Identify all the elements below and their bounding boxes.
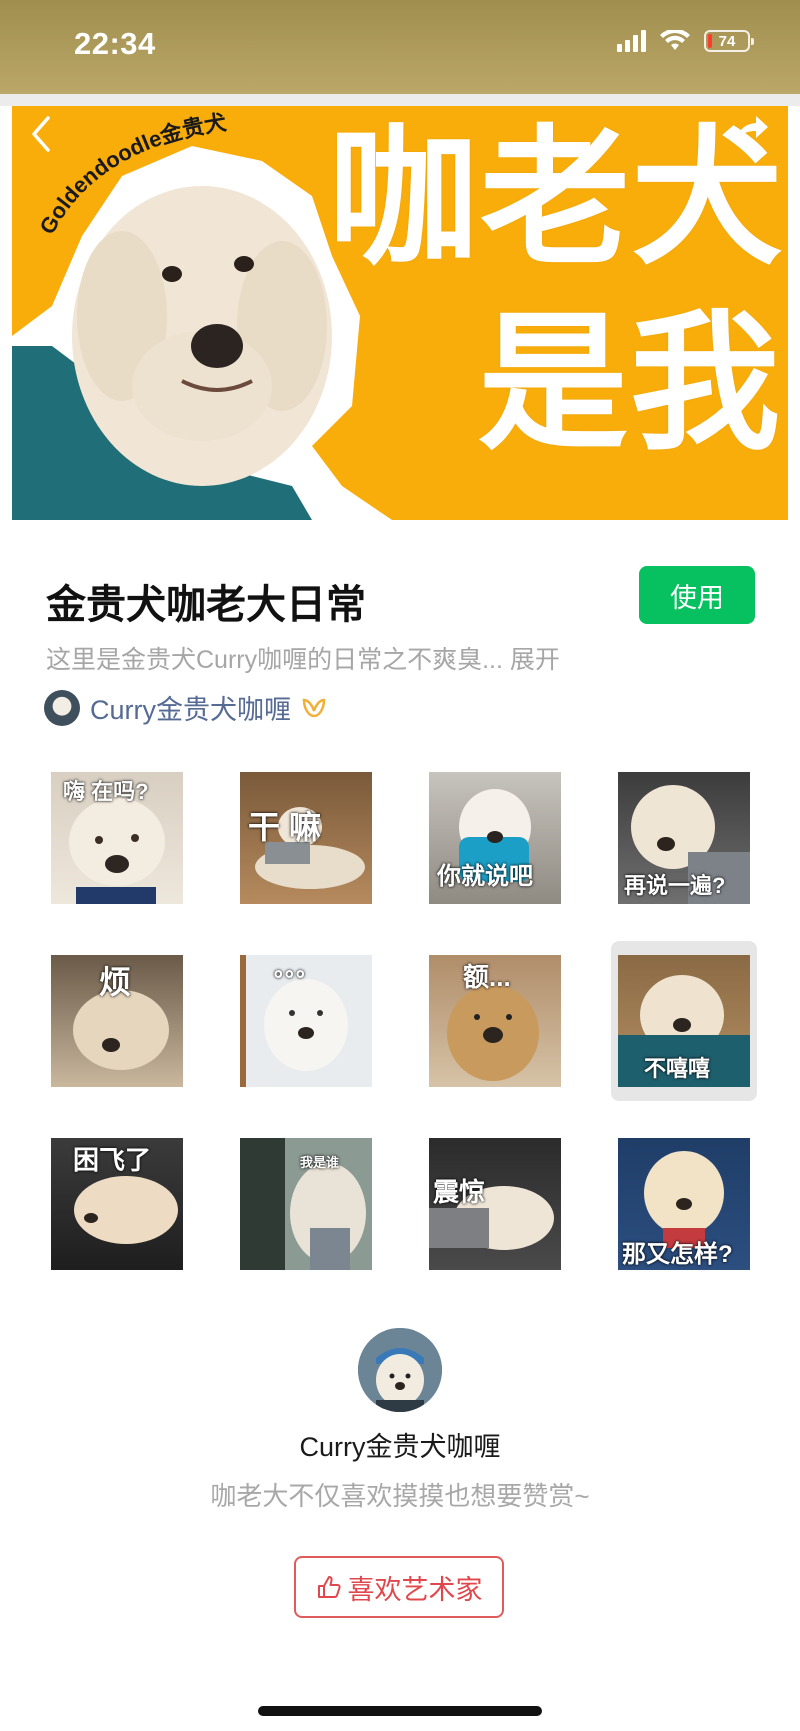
sticker-caption: 震惊 xyxy=(433,1177,486,1207)
sticker-item[interactable]: 困飞了 xyxy=(51,1138,183,1270)
battery-level: 74 xyxy=(718,32,736,50)
sticker-caption: 困飞了 xyxy=(73,1145,152,1175)
sticker-item[interactable]: 干 嘛 xyxy=(240,772,372,904)
sticker-item[interactable]: 。。。 xyxy=(240,955,372,1087)
sticker-item[interactable]: 额... xyxy=(429,955,561,1087)
artist-badge-icon xyxy=(302,698,326,717)
sticker-caption: 那又怎样? xyxy=(622,1241,733,1268)
sticker-item[interactable]: 烦 xyxy=(51,955,183,1087)
sticker-caption: 额... xyxy=(463,962,511,992)
banner-title: 咖老犬 是我 xyxy=(328,106,784,476)
like-artist-label: 喜欢艺术家 xyxy=(347,1574,483,1605)
status-time: 22:34 xyxy=(74,26,156,61)
sticker-caption: 干 嘛 xyxy=(248,809,321,845)
sticker-caption: 不嘻嘻 xyxy=(644,1056,711,1081)
sticker-item[interactable]: 震惊 xyxy=(429,1138,561,1270)
pack-description[interactable]: 这里是金贵犬Curry咖喱的日常之不爽臭... 展开 xyxy=(46,640,560,676)
sticker-caption: 再说一遍? xyxy=(624,873,726,898)
use-button[interactable]: 使用 xyxy=(639,566,755,624)
back-button[interactable] xyxy=(30,114,52,161)
sticker-caption: 烦 xyxy=(99,964,132,1000)
sticker-item[interactable]: 嗨 在吗? xyxy=(51,772,183,904)
sticker-caption: 。。。 xyxy=(274,956,319,981)
like-artist-button[interactable]: 喜欢艺术家 xyxy=(294,1556,504,1618)
pack-title: 金贵犬咖老大日常 xyxy=(46,583,366,627)
home-indicator xyxy=(258,1706,542,1716)
sticker-caption: 嗨 在吗? xyxy=(63,779,149,804)
sticker-pack-banner: Goldendoodle金贵犬 咖老犬 是我 xyxy=(12,106,788,520)
sticker-item[interactable]: 我是谁 xyxy=(240,1138,372,1270)
reward-text: 咖老大不仅喜欢摸摸也想要赞赏~ xyxy=(210,1481,590,1511)
chevron-left-icon xyxy=(32,116,50,152)
avatar xyxy=(44,689,80,726)
sticker-item[interactable]: 不嘻嘻 xyxy=(618,955,750,1087)
artist-section-name: Curry金贵犬咖喱 xyxy=(299,1432,501,1462)
sticker-item[interactable]: 你就说吧 xyxy=(429,772,561,904)
sticker-item[interactable]: 那又怎样? xyxy=(618,1138,750,1270)
header-divider xyxy=(0,94,800,106)
banner-curved-label: Goldendoodle金贵犬 xyxy=(12,106,312,311)
artist-avatar[interactable] xyxy=(358,1328,442,1412)
status-icons: 74 xyxy=(617,30,754,52)
battery-icon: 74 xyxy=(704,30,754,52)
status-bar: 22:34 74 xyxy=(0,0,800,94)
banner-title-line1: 咖老犬 xyxy=(328,114,785,282)
sticker-item[interactable]: 再说一遍? xyxy=(618,772,750,904)
svg-text:Goldendoodle金贵犬: Goldendoodle金贵犬 xyxy=(34,109,229,238)
sticker-caption: 我是谁 xyxy=(300,1155,340,1170)
thumbs-up-icon xyxy=(317,1576,341,1598)
artist-name: Curry金贵犬咖喱 xyxy=(90,695,291,725)
wifi-icon xyxy=(660,30,690,50)
cellular-signal-icon xyxy=(617,30,646,52)
sticker-caption: 你就说吧 xyxy=(437,863,533,890)
artist-link[interactable]: Curry金贵犬咖喱 xyxy=(44,688,327,727)
banner-title-line2: 是我 xyxy=(478,299,783,467)
